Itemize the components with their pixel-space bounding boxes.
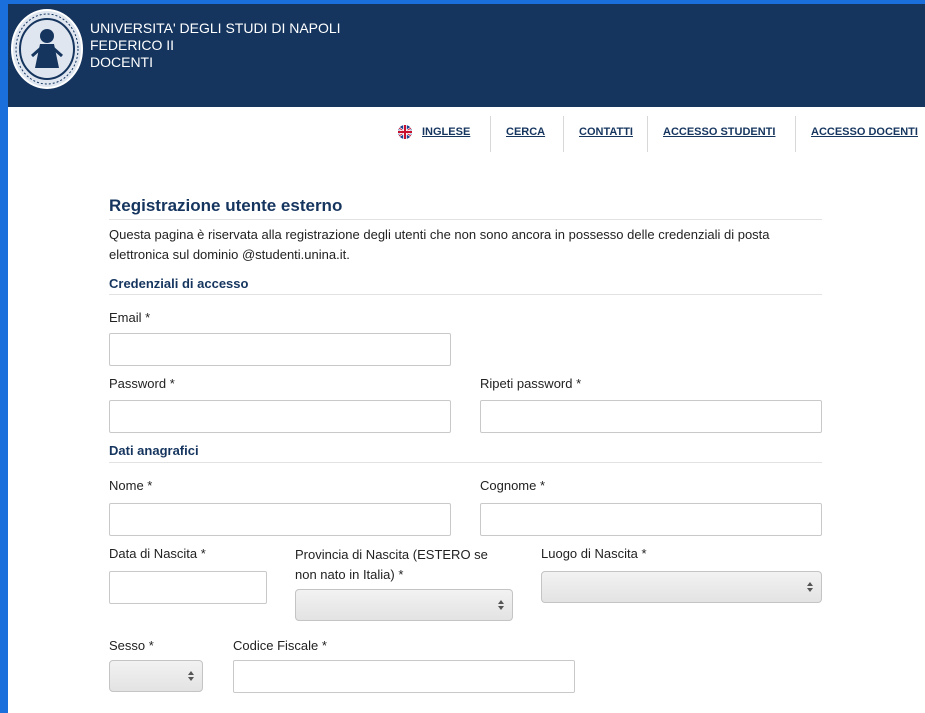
nav-item-accesso-docenti[interactable]: ACCESSO DOCENTI: [811, 112, 918, 152]
uk-flag-icon: [398, 125, 412, 139]
nav-item-inglese[interactable]: INGLESE: [398, 112, 470, 152]
nav-item-accesso-studenti[interactable]: ACCESSO STUDENTI: [663, 112, 775, 152]
top-nav: INGLESE CERCA CONTATTI ACCESSO STUDENTI …: [8, 112, 925, 152]
section-divider: [109, 462, 822, 463]
section-personal-heading: Dati anagrafici: [109, 443, 199, 458]
last-name-label: Cognome *: [480, 478, 546, 493]
intro-text: Questa pagina è riservata alla registraz…: [109, 227, 770, 262]
title-line-1: UNIVERSITA' DEGLI STUDI DI NAPOLI: [90, 20, 341, 36]
page: UNIVERSITA' DEGLI STUDI DI NAPOLI FEDERI…: [8, 4, 925, 713]
nav-divider: [647, 116, 648, 152]
birth-place-select[interactable]: [541, 571, 822, 603]
nav-divider: [795, 116, 796, 152]
password-field[interactable]: [109, 400, 451, 433]
nav-divider: [563, 116, 564, 152]
birth-date-label: Data di Nascita *: [109, 546, 206, 561]
select-arrows-icon: [498, 600, 504, 610]
repeat-password-label: Ripeti password *: [480, 376, 582, 391]
repeat-password-field[interactable]: [480, 400, 822, 433]
title-line-2: FEDERICO II: [90, 37, 175, 53]
nav-item-cerca[interactable]: CERCA: [506, 112, 545, 152]
birth-province-label: Provincia di Nascita (ESTERO se non nato…: [295, 547, 488, 582]
birth-province-select[interactable]: [295, 589, 513, 621]
site-header: UNIVERSITA' DEGLI STUDI DI NAPOLI FEDERI…: [8, 4, 925, 107]
university-seal-logo[interactable]: [10, 8, 84, 90]
first-name-label: Nome *: [109, 478, 153, 493]
section-credentials-heading: Credenziali di accesso: [109, 276, 249, 291]
last-name-field[interactable]: [480, 503, 822, 536]
birth-place-label: Luogo di Nascita *: [541, 546, 647, 561]
sex-select[interactable]: [109, 660, 203, 692]
title-line-3: DOCENTI: [90, 54, 153, 70]
page-title: Registrazione utente esterno: [109, 196, 343, 215]
birth-date-field[interactable]: [109, 571, 267, 604]
title-divider: [109, 219, 822, 220]
email-label: Email *: [109, 310, 151, 325]
university-name: UNIVERSITA' DEGLI STUDI DI NAPOLI FEDERI…: [90, 20, 341, 71]
nav-label-inglese: INGLESE: [422, 126, 471, 138]
password-label: Password *: [109, 376, 175, 391]
nav-divider: [490, 116, 491, 152]
email-field[interactable]: [109, 333, 451, 366]
select-arrows-icon: [188, 671, 194, 681]
tax-code-field[interactable]: [233, 660, 575, 693]
section-divider: [109, 294, 822, 295]
tax-code-label: Codice Fiscale *: [233, 638, 327, 653]
select-arrows-icon: [807, 582, 813, 592]
sex-label: Sesso *: [109, 638, 154, 653]
first-name-field[interactable]: [109, 503, 451, 536]
nav-item-contatti[interactable]: CONTATTI: [579, 112, 633, 152]
